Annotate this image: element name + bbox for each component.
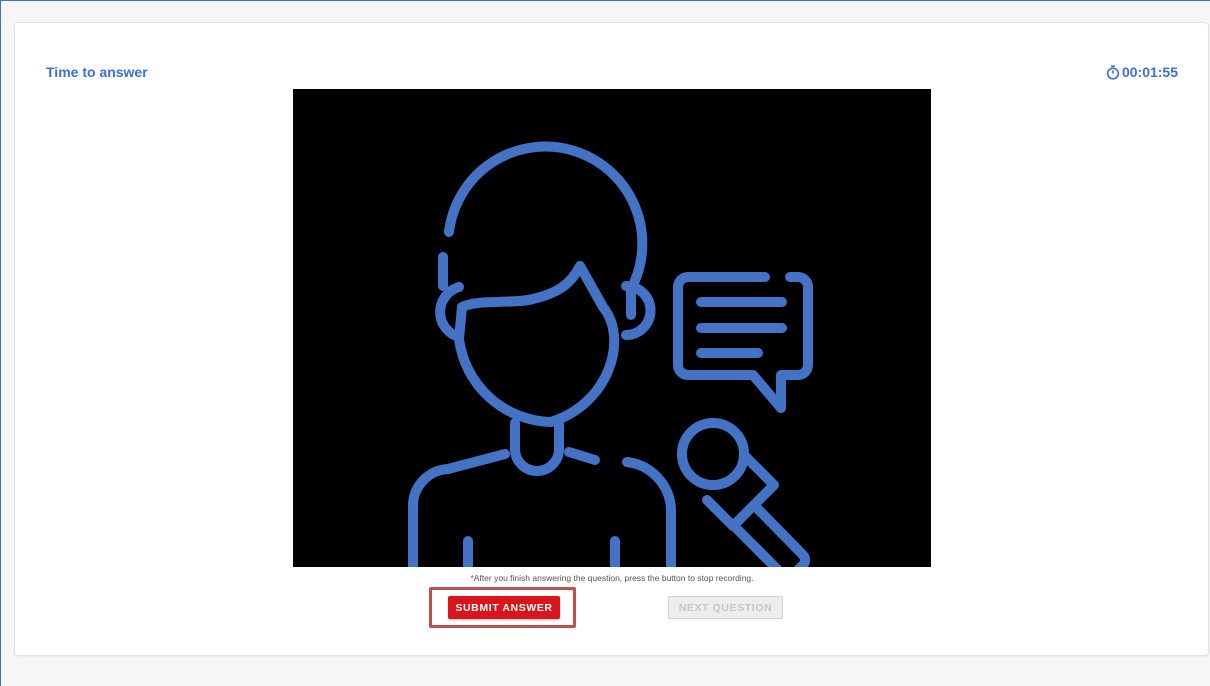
time-to-answer-label: Time to answer (46, 64, 148, 80)
timer-value: 00:01:55 (1121, 64, 1178, 80)
stopwatch-icon (1106, 64, 1120, 80)
countdown-timer: 00:01:55 (1106, 64, 1178, 80)
submit-answer-button[interactable]: SUBMIT ANSWER (448, 596, 560, 619)
next-question-button: NEXT QUESTION (668, 596, 783, 619)
page-frame: Time to answer 00:01:55 *After you finis… (0, 0, 1210, 686)
question-card: Time to answer 00:01:55 *After you finis… (14, 22, 1209, 656)
interviewee-headset-microphone-icon (408, 141, 813, 567)
recording-hint: *After you finish answering the question… (470, 573, 754, 583)
video-preview (293, 89, 931, 567)
